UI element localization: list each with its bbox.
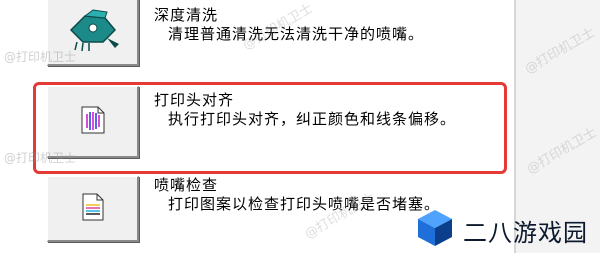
site-logo: 二八游戏园 [415,207,600,253]
nozzle-check-button[interactable] [47,176,139,242]
nozzle-check-title: 喷嘴检查 [154,176,219,194]
watermark-text: @打印机卫士 [4,151,77,165]
watermark-text: @打印机卫士 [4,50,77,64]
deep-clean-title: 深度清洗 [154,6,219,24]
nozzle-check-icon [81,193,105,225]
deep-clean-description: 清理普通清洗无法清洗干净的喷嘴。 [168,25,425,43]
highlight-frame [33,82,507,174]
cube-logo-icon [415,208,455,252]
site-logo-text: 二八游戏园 [463,218,588,247]
